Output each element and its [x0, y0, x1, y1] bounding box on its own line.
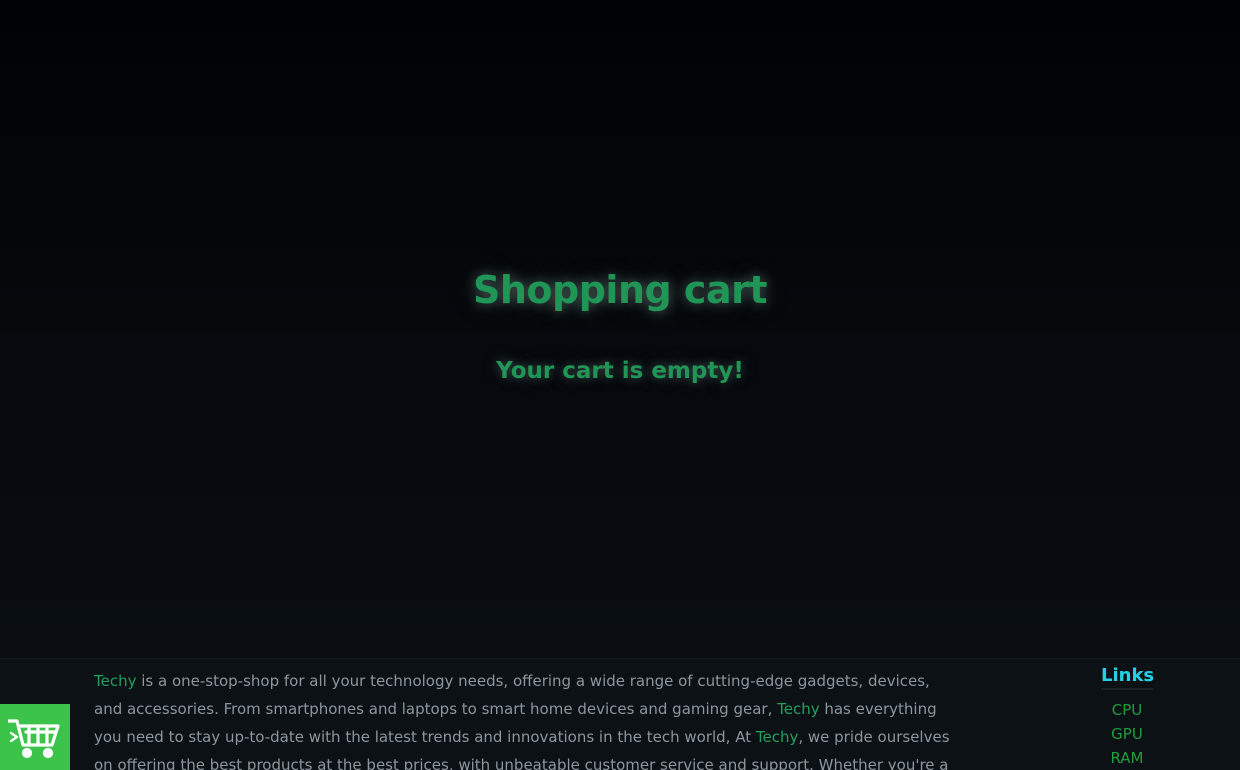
page: Shopping cart Your cart is empty! Techy …	[0, 0, 1240, 770]
brand-name: Techy	[755, 728, 799, 746]
link-gpu[interactable]: GPU	[1098, 722, 1156, 746]
brand-name: Techy	[94, 672, 137, 690]
cart-button[interactable]	[0, 704, 70, 770]
links-list: CPU GPU RAM	[1098, 698, 1156, 770]
links-heading: Links	[1101, 665, 1154, 690]
link-cpu[interactable]: CPU	[1098, 698, 1156, 722]
page-title: Shopping cart	[472, 268, 768, 312]
shopping-cart-icon	[8, 719, 60, 759]
about-text: Techy is a one-stop-shop for all your te…	[94, 667, 954, 770]
cart-section: Shopping cart Your cart is empty!	[0, 0, 1240, 658]
brand-name: Techy	[777, 700, 820, 718]
footer-links: Links CPU GPU RAM	[1098, 665, 1156, 770]
empty-cart-message: Your cart is empty!	[496, 358, 744, 384]
link-ram[interactable]: RAM	[1098, 746, 1156, 770]
footer: Techy is a one-stop-shop for all your te…	[0, 658, 1240, 770]
